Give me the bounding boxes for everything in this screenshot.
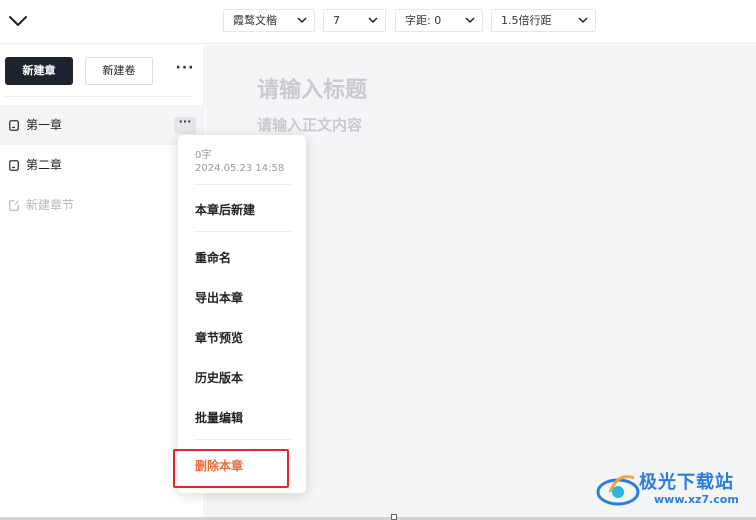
new-section-label: 新建章节: [26, 198, 75, 212]
top-toolbar: 霞鹜文楷 7 字距: 0 1.5倍行距: [0, 0, 756, 44]
watermark-logo-icon: [596, 475, 640, 506]
chevron-down-icon: [368, 17, 378, 24]
chapter-item-2[interactable]: 第二章: [0, 145, 205, 185]
scrollbar-handle[interactable]: [391, 514, 397, 520]
highlight-box: [173, 449, 289, 488]
menu-divider: [194, 439, 291, 440]
more-options-icon[interactable]: ···: [174, 61, 196, 81]
menu-divider: [194, 231, 291, 232]
letter-spacing-value: 字距: 0: [405, 14, 442, 27]
chevron-down-icon: [578, 17, 588, 24]
document-icon: [9, 120, 19, 131]
font-family-select[interactable]: 霞鹜文楷: [223, 9, 315, 32]
body-input[interactable]: 请输入正文内容: [257, 114, 362, 135]
modified-timestamp: 2024.05.23 14:58: [195, 163, 285, 174]
font-size-select[interactable]: 7: [323, 9, 386, 32]
font-size-value: 7: [333, 14, 340, 27]
sidebar-divider: [5, 96, 193, 97]
chevron-down-icon: [465, 17, 475, 24]
watermark-brand: 极光下载站: [639, 472, 734, 493]
line-spacing-value: 1.5倍行距: [501, 14, 552, 27]
menu-item-history[interactable]: 历史版本: [195, 369, 243, 386]
chapter-label: 第一章: [26, 118, 63, 132]
new-chapter-button[interactable]: 新建章: [5, 57, 73, 85]
document-icon: [9, 160, 19, 171]
menu-item-export[interactable]: 导出本章: [195, 289, 243, 306]
chapter-context-menu: 0字 2024.05.23 14:58 本章后新建 重命名 导出本章 章节预览 …: [178, 135, 306, 493]
watermark: 极光下载站 www.xz7.com: [596, 466, 748, 512]
menu-item-batch-edit[interactable]: 批量编辑: [195, 409, 243, 426]
word-count: 0字: [195, 150, 212, 161]
chevron-down-icon[interactable]: [6, 9, 30, 33]
new-volume-button[interactable]: 新建卷: [85, 57, 153, 85]
chapter-more-icon[interactable]: ···: [174, 116, 196, 134]
line-spacing-select[interactable]: 1.5倍行距: [491, 9, 596, 32]
menu-divider: [194, 184, 291, 185]
watermark-url: www.xz7.com: [654, 493, 739, 506]
chevron-down-icon: [297, 17, 307, 24]
letter-spacing-select[interactable]: 字距: 0: [395, 9, 483, 32]
chapter-label: 第二章: [26, 158, 63, 172]
menu-item-new-after[interactable]: 本章后新建: [195, 201, 255, 218]
menu-item-rename[interactable]: 重命名: [195, 249, 231, 266]
new-document-icon: [9, 200, 19, 211]
title-input[interactable]: 请输入标题: [257, 72, 367, 104]
font-family-value: 霞鹜文楷: [233, 14, 277, 27]
chapter-sidebar: 新建章 新建卷 ··· 第一章 第二章 新建章节 ···: [0, 45, 205, 517]
menu-item-preview[interactable]: 章节预览: [195, 329, 243, 346]
new-section-item[interactable]: 新建章节: [0, 185, 205, 225]
